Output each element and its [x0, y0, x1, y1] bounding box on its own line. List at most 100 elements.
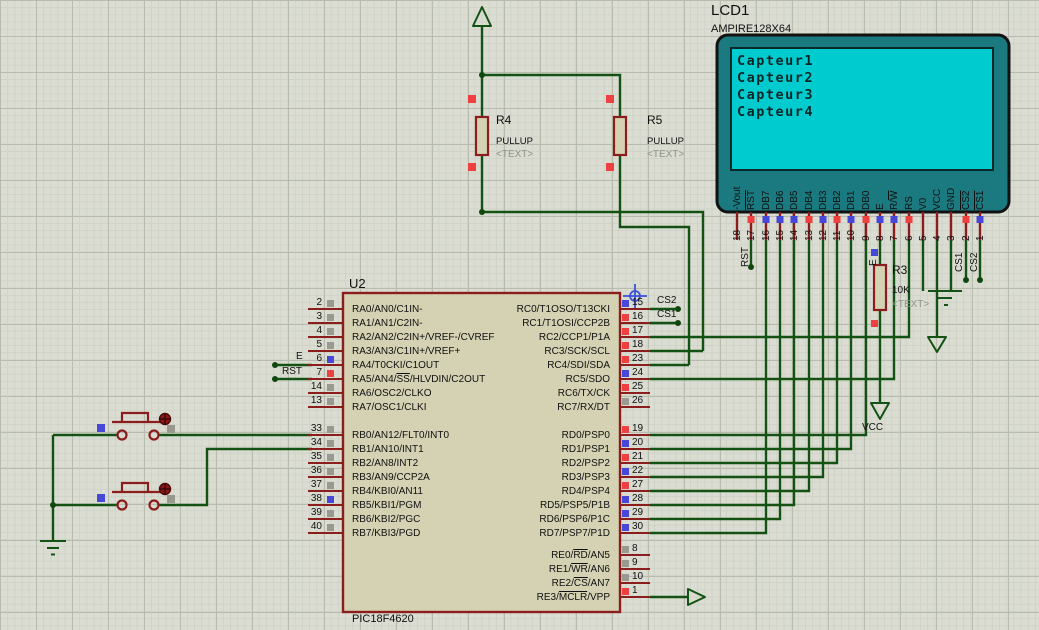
- pin-label: RC0/T1OSO/T13CKI: [516, 304, 610, 315]
- net-label-rst-lcd[interactable]: RST: [740, 247, 751, 267]
- lcd-pin-num: 1: [975, 235, 986, 241]
- lcd-pin-num: 14: [789, 229, 800, 241]
- resistor-r5-ref[interactable]: R5: [647, 114, 662, 127]
- pin-num: 9: [632, 557, 638, 568]
- pin-num: 26: [632, 395, 644, 406]
- push-button-2[interactable]: [112, 481, 162, 511]
- pin-label: RE1/WR/AN6: [548, 564, 610, 575]
- pin-label: RC7/RX/DT: [557, 402, 610, 413]
- resistor-r5[interactable]: [606, 95, 628, 171]
- push-button-1-actuator-icon[interactable]: [158, 412, 176, 434]
- pin-num: 13: [310, 395, 322, 406]
- pin-num: 4: [316, 325, 322, 336]
- pin-label: RE2/CS/AN7: [551, 578, 610, 589]
- pin-num: 25: [632, 381, 644, 392]
- pin-num: 8: [632, 543, 638, 554]
- pin-label: RC6/TX/CK: [557, 388, 610, 399]
- pin-num: 5: [316, 339, 322, 350]
- net-label-cs2-lcd[interactable]: CS2: [969, 253, 980, 272]
- net-label-vcc[interactable]: VCC: [862, 422, 883, 434]
- wire-rc5-to-rw[interactable]: [650, 240, 896, 381]
- lcd-pin-num: 18: [732, 229, 743, 241]
- wire-vcc-to-r5[interactable]: [482, 73, 622, 117]
- wire-rd3-db3[interactable]: [650, 240, 825, 479]
- pin-num: 20: [632, 437, 644, 448]
- pin-num: 29: [632, 507, 644, 518]
- resistor-r3-text: <TEXT>: [892, 299, 930, 310]
- pin-num: 37: [310, 479, 322, 490]
- mcu-part[interactable]: PIC18F4620: [352, 613, 414, 626]
- lcd-pin-num: 10: [846, 229, 857, 241]
- lcd-screen-line: Capteur4: [737, 104, 815, 120]
- lcd-pin-num: 8: [875, 235, 886, 241]
- lcd-pin-name: DB1: [846, 190, 857, 210]
- lcd-pin-name: RST: [746, 190, 757, 210]
- lcd-pin-name: CS1: [975, 190, 986, 210]
- pin-num: 16: [632, 311, 644, 322]
- lcd-part[interactable]: AMPIRE128X64: [711, 23, 791, 36]
- lcd-pin-name: DB2: [832, 190, 843, 210]
- lcd-pin-name: V0: [918, 197, 929, 210]
- pin-num: 2: [316, 297, 322, 308]
- pin-label: RE0/RD/AN5: [551, 550, 610, 561]
- schematic-canvas[interactable]: LCD1 AMPIRE128X64 Capteur1 Capteur2 Capt…: [0, 0, 1039, 630]
- mcu-ref[interactable]: U2: [349, 277, 366, 291]
- pin-label: RD7/PSP7/P1D: [539, 528, 610, 539]
- push-button-2-marker: [97, 494, 105, 502]
- lcd-screen-line: Capteur3: [737, 87, 815, 103]
- pin-num: 18: [632, 339, 644, 350]
- push-button-1[interactable]: [112, 411, 162, 441]
- resistor-r3-ref[interactable]: R3: [892, 264, 907, 277]
- pin-label: RD1/PSP1: [561, 444, 610, 455]
- lcd-pin-num: 6: [904, 235, 915, 241]
- resistor-r4-value[interactable]: PULLUP: [496, 137, 533, 147]
- power-terminal-down-lcdvcc-icon[interactable]: [927, 336, 947, 353]
- pin-label: RD6/PSP6/P1C: [539, 514, 610, 525]
- pin-num: 14: [310, 381, 322, 392]
- resistor-r4[interactable]: [468, 95, 490, 171]
- ground-terminal-left-icon[interactable]: [40, 540, 66, 556]
- pin-label: RD3/PSP3: [561, 472, 610, 483]
- lcd-pin-name: DB6: [775, 190, 786, 210]
- resistor-r4-text: <TEXT>: [496, 149, 534, 160]
- pin-num: 33: [310, 423, 322, 434]
- net-label-cs1-lcd[interactable]: CS1: [954, 253, 965, 272]
- pin-label: RE3/MCLR/VPP: [536, 592, 610, 603]
- pin-num: 27: [632, 479, 644, 490]
- resistor-r3-value[interactable]: 10K: [892, 285, 910, 297]
- ground-terminal-lcd-icon[interactable]: [928, 290, 962, 306]
- push-button-2-actuator-icon[interactable]: [158, 482, 176, 504]
- pin-num: 38: [310, 493, 322, 504]
- pin-num: 1: [632, 585, 638, 596]
- wire-rd1-db1[interactable]: [650, 240, 853, 451]
- pin-label: RC2/CCP1/P1A: [538, 332, 610, 343]
- pin-num: 24: [632, 367, 644, 378]
- net-label-e-lcd[interactable]: E: [868, 259, 879, 266]
- lcd-pin-markers: [747, 216, 984, 223]
- pin-num: 34: [310, 437, 322, 448]
- lcd-ref[interactable]: LCD1: [711, 3, 749, 19]
- lcd-pin-num: 15: [775, 229, 786, 241]
- lcd-pin-stubs: [735, 212, 982, 240]
- pin-label: RD0/PSP0: [561, 430, 610, 441]
- lcd-pin-name: DB0: [861, 190, 872, 210]
- lcd-pin-num: 3: [946, 235, 957, 241]
- power-terminal-down-r3-icon[interactable]: [870, 402, 890, 420]
- lcd-pin-name: R/W: [889, 190, 900, 210]
- pin-num: 3: [316, 311, 322, 322]
- resistor-r5-value[interactable]: PULLUP: [647, 137, 684, 147]
- lcd-pin-num: 4: [932, 235, 943, 241]
- pin-label: RD2/PSP2: [561, 458, 610, 469]
- pin-num: 40: [310, 521, 322, 532]
- lcd-pin-num: 17: [746, 229, 757, 241]
- pin-num: 39: [310, 507, 322, 518]
- lcd-screen-line: Capteur2: [737, 70, 815, 86]
- lcd-screen-line: Capteur1: [737, 53, 815, 69]
- lcd-pin-num: 9: [861, 235, 872, 241]
- input-terminal-mclr-icon[interactable]: [687, 588, 706, 606]
- lcd-pin-num: 11: [832, 230, 843, 241]
- power-terminal-up-icon[interactable]: [472, 6, 492, 27]
- lcd-pin-name: VCC: [932, 188, 943, 210]
- resistor-r4-ref[interactable]: R4: [496, 114, 511, 127]
- push-button-1-marker: [97, 424, 105, 432]
